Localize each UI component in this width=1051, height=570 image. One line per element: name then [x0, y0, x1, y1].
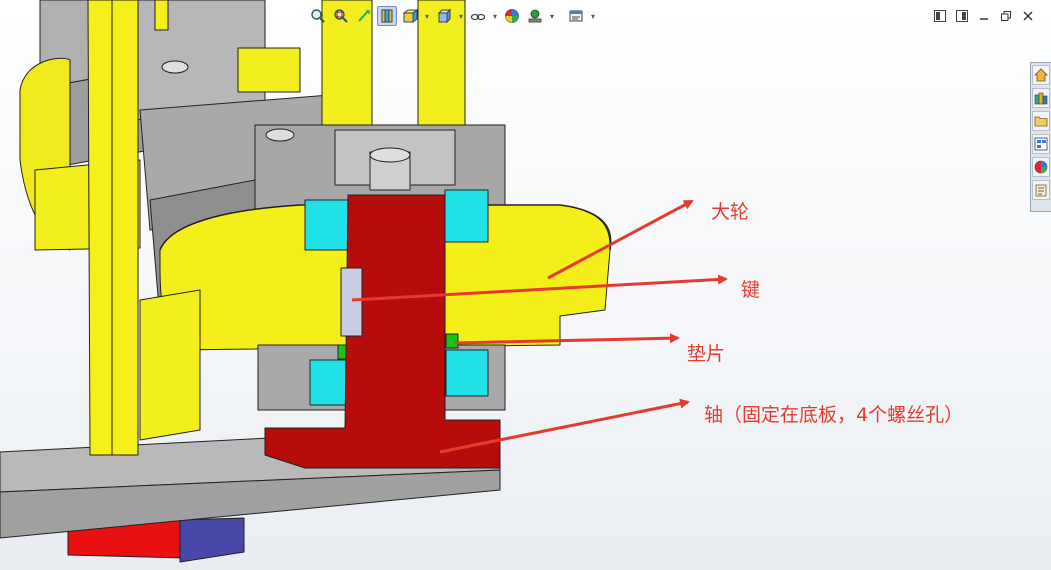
restore-icon[interactable] [998, 8, 1014, 24]
file-explorer-icon[interactable] [1032, 111, 1050, 131]
tile-right-icon[interactable] [954, 8, 970, 24]
arrow-key [351, 274, 728, 302]
section-view-icon[interactable] [377, 6, 397, 26]
arrow-washer [454, 333, 680, 345]
hide-show-dropdown-icon[interactable]: ▾ [491, 6, 499, 26]
edit-appearance-icon[interactable] [502, 6, 522, 26]
task-pane-tabs [1030, 62, 1051, 212]
label-key: 键 [741, 279, 761, 301]
view-orientation-dropdown-icon[interactable]: ▾ [423, 6, 431, 26]
tile-left-icon[interactable] [932, 8, 948, 24]
solidworks-resources-icon[interactable] [1032, 65, 1050, 85]
view-settings-icon[interactable] [566, 6, 586, 26]
apply-scene-dropdown-icon[interactable]: ▾ [548, 6, 556, 26]
close-icon[interactable] [1020, 8, 1036, 24]
heads-up-view-toolbar: ▾ ▾ ▾ ▾ ▾ [308, 4, 597, 28]
custom-properties-icon[interactable] [1032, 180, 1050, 200]
display-style-icon[interactable] [434, 6, 454, 26]
view-settings-dropdown-icon[interactable]: ▾ [589, 6, 597, 26]
zoom-to-fit-icon[interactable] [308, 6, 328, 26]
display-style-dropdown-icon[interactable]: ▾ [457, 6, 465, 26]
arrow-big-wheel [547, 199, 694, 280]
label-big-wheel: 大轮 [711, 201, 750, 223]
appearances-scenes-icon[interactable] [1032, 157, 1050, 177]
hide-show-items-icon[interactable] [468, 6, 488, 26]
apply-scene-icon[interactable] [525, 6, 545, 26]
document-window-controls [932, 8, 1036, 24]
label-washer: 垫片 [687, 343, 726, 365]
view-palette-icon[interactable] [1032, 134, 1050, 154]
view-orientation-icon[interactable] [400, 6, 420, 26]
previous-view-icon[interactable] [354, 6, 374, 26]
zoom-to-area-icon[interactable] [331, 6, 351, 26]
arrow-shaft [439, 398, 690, 454]
annotation-arrows [351, 199, 728, 454]
design-library-icon[interactable] [1032, 88, 1050, 108]
label-shaft: 轴（固定在底板，4个螺丝孔） [704, 404, 964, 426]
minimize-icon[interactable] [976, 8, 992, 24]
